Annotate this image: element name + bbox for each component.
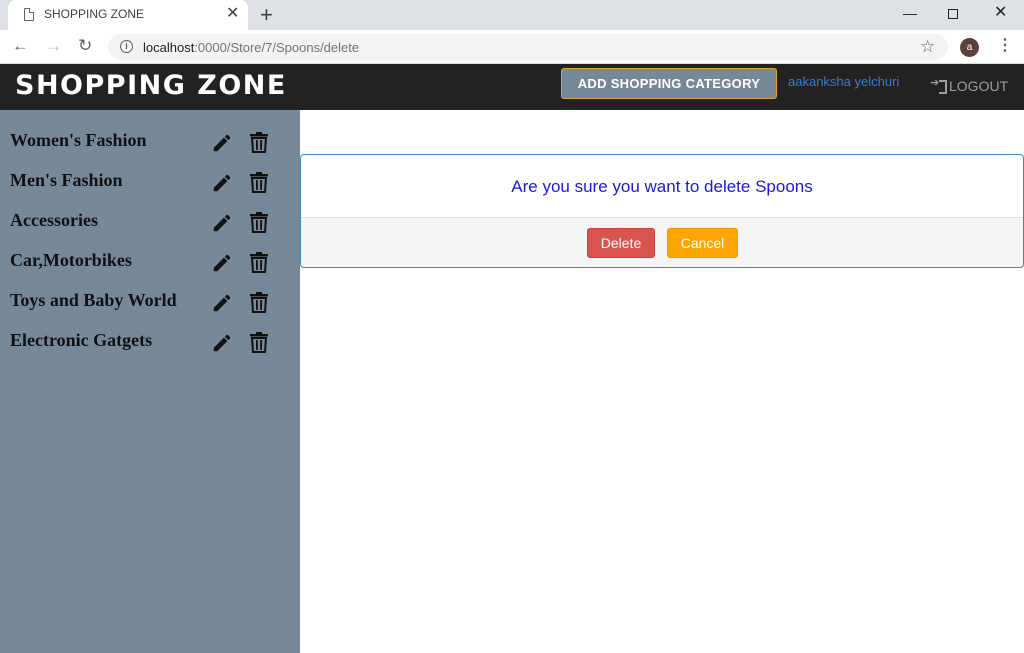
- sidebar-item-label[interactable]: Electronic Gatgets: [10, 330, 152, 351]
- close-icon[interactable]: ✕: [226, 5, 239, 23]
- username-link[interactable]: aakanksha yelchuri: [788, 74, 899, 89]
- url-host: localhost: [143, 40, 195, 55]
- back-icon[interactable]: ←: [12, 36, 29, 56]
- avatar[interactable]: a: [960, 38, 979, 57]
- sidebar-item-label[interactable]: Women's Fashion: [10, 130, 147, 151]
- sidebar-item[interactable]: Electronic Gatgets: [0, 310, 300, 353]
- sidebar-item[interactable]: Accessories: [0, 190, 300, 233]
- sidebar-item[interactable]: Women's Fashion: [0, 110, 300, 153]
- info-icon[interactable]: i: [120, 40, 133, 53]
- brand-logo[interactable]: SHOPPING ZONE: [15, 70, 287, 101]
- menu-icon[interactable]: ⋮: [997, 36, 1013, 56]
- url-path: :0000/Store/7/Spoons/delete: [194, 40, 360, 55]
- dialog-footer: Delete Cancel: [301, 217, 1023, 267]
- logout-label: LOGOUT: [949, 78, 1009, 94]
- sidebar-item[interactable]: Men's Fashion: [0, 150, 300, 193]
- add-category-button[interactable]: ADD SHOPPING CATEGORY: [561, 68, 777, 99]
- sidebar-item-label[interactable]: Men's Fashion: [10, 170, 123, 191]
- edit-icon[interactable]: [211, 332, 233, 354]
- sidebar-item[interactable]: Car,Motorbikes: [0, 230, 300, 273]
- sidebar-item-label[interactable]: Toys and Baby World: [10, 290, 177, 311]
- browser-tab-bar: SHOPPING ZONE ✕ + — ✕: [0, 0, 1024, 30]
- minimize-icon[interactable]: —: [903, 4, 917, 22]
- maximize-icon[interactable]: [948, 9, 958, 19]
- url-text[interactable]: localhost:0000/Store/7/Spoons/delete: [143, 40, 359, 55]
- confirm-message: Are you sure you want to delete Spoons: [511, 177, 813, 196]
- logout-button[interactable]: LOGOUT: [930, 76, 1009, 94]
- reload-icon[interactable]: ↻: [78, 36, 92, 56]
- sidebar: Women's Fashion Men's Fashion Accessorie…: [0, 110, 300, 653]
- sidebar-item-label[interactable]: Car,Motorbikes: [10, 250, 132, 271]
- address-bar[interactable]: i localhost:0000/Store/7/Spoons/delete ☆: [108, 34, 948, 60]
- browser-toolbar: ← → ↻ i localhost:0000/Store/7/Spoons/de…: [0, 30, 1024, 64]
- page-icon: [24, 8, 34, 21]
- browser-tab[interactable]: SHOPPING ZONE ✕: [8, 0, 248, 30]
- plus-icon[interactable]: +: [260, 2, 273, 28]
- sidebar-item[interactable]: Toys and Baby World: [0, 270, 300, 313]
- trash-icon[interactable]: [249, 331, 269, 353]
- star-icon[interactable]: ☆: [920, 37, 935, 57]
- forward-icon[interactable]: →: [45, 36, 62, 56]
- window-close-icon[interactable]: ✕: [994, 4, 1007, 22]
- sidebar-item-label[interactable]: Accessories: [10, 210, 98, 231]
- delete-confirm-dialog: Are you sure you want to delete Spoons D…: [300, 154, 1024, 268]
- app-header: SHOPPING ZONE ADD SHOPPING CATEGORY aaka…: [0, 64, 1024, 110]
- cancel-button[interactable]: Cancel: [667, 228, 738, 258]
- logout-icon: [930, 76, 947, 94]
- tab-title: SHOPPING ZONE: [44, 7, 145, 21]
- delete-button[interactable]: Delete: [587, 228, 655, 258]
